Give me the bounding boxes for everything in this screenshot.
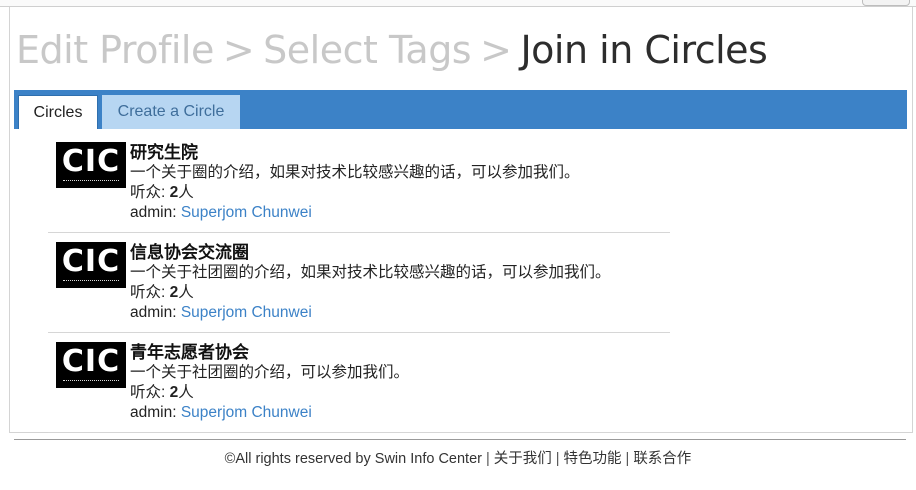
audience-count: 2: [169, 384, 179, 401]
circle-description: 一个关于社团圈的介绍，可以参加我们。: [130, 364, 410, 381]
circle-list: CIC 研究生院 一个关于圈的介绍，如果对技术比较感兴趣的话，可以参加我们。 听…: [48, 134, 670, 433]
footer: ©All rights reserved by Swin Info Center…: [0, 449, 916, 469]
circle-logo-text: CIC: [61, 344, 121, 379]
footer-separator: |: [485, 451, 490, 467]
footer-separator: |: [555, 451, 560, 467]
top-edge-button[interactable]: [862, 0, 910, 6]
audience-count: 2: [169, 284, 179, 301]
logo-decoration: [63, 280, 119, 283]
circle-name[interactable]: 青年志愿者协会: [130, 342, 670, 363]
footer-divider: [14, 439, 906, 440]
circle-info: 青年志愿者协会 一个关于社团圈的介绍，可以参加我们。 听众: 2人 admin:…: [130, 342, 670, 423]
admin-label: admin:: [130, 204, 181, 221]
tab-circles[interactable]: Circles: [18, 95, 98, 129]
circle-audience: 听众: 2人: [130, 383, 670, 403]
circle-admin: admin: Superjom Chunwei: [130, 403, 670, 423]
circle-description: 一个关于社团圈的介绍，如果对技术比较感兴趣的话，可以参加我们。: [130, 264, 611, 281]
audience-label: 听众:: [130, 184, 170, 201]
circle-logo[interactable]: CIC: [56, 142, 126, 188]
wizard-breadcrumb: Edit Profile > Select Tags > Join in Circles: [16, 25, 768, 75]
circle-list-item: CIC 研究生院 一个关于圈的介绍，如果对技术比较感兴趣的话，可以参加我们。 听…: [48, 134, 670, 233]
audience-unit: 人: [178, 384, 194, 401]
circle-list-item: CIC 信息协会交流圈 一个关于社团圈的介绍，如果对技术比较感兴趣的话，可以参加…: [48, 234, 670, 333]
circle-audience: 听众: 2人: [130, 183, 670, 203]
admin-label: admin:: [130, 304, 181, 321]
logo-decoration: [63, 180, 119, 183]
main-panel: Edit Profile > Select Tags > Join in Circles…: [9, 7, 913, 433]
browser-top-edge: [0, 0, 916, 7]
circle-info: 信息协会交流圈 一个关于社团圈的介绍，如果对技术比较感兴趣的话，可以参加我们。 …: [130, 242, 670, 323]
wizard-separator: >: [222, 28, 255, 72]
audience-unit: 人: [178, 184, 194, 201]
circle-logo-text: CIC: [61, 144, 121, 179]
footer-link-contact[interactable]: 联系合作: [633, 451, 691, 467]
wizard-step-select-tags[interactable]: Select Tags: [263, 28, 471, 72]
admin-label: admin:: [130, 404, 181, 421]
circle-logo[interactable]: CIC: [56, 342, 126, 388]
admin-link[interactable]: Superjom Chunwei: [181, 204, 312, 221]
circle-description: 一个关于圈的介绍，如果对技术比较感兴趣的话，可以参加我们。: [130, 164, 580, 181]
audience-count: 2: [169, 184, 179, 201]
circle-admin: admin: Superjom Chunwei: [130, 303, 670, 323]
circle-name[interactable]: 研究生院: [130, 142, 670, 163]
tab-create-circle[interactable]: Create a Circle: [102, 95, 240, 129]
circle-logo-text: CIC: [61, 244, 121, 279]
audience-label: 听众:: [130, 284, 170, 301]
circle-list-item: CIC 青年志愿者协会 一个关于社团圈的介绍，可以参加我们。 听众: 2人 ad…: [48, 334, 670, 433]
footer-link-features[interactable]: 特色功能: [564, 451, 622, 467]
admin-link[interactable]: Superjom Chunwei: [181, 304, 312, 321]
admin-link[interactable]: Superjom Chunwei: [181, 404, 312, 421]
footer-link-about[interactable]: 关于我们: [494, 451, 552, 467]
footer-separator: |: [625, 451, 630, 467]
tab-bar: Circles Create a Circle: [14, 90, 907, 129]
logo-decoration: [63, 380, 119, 383]
circle-name[interactable]: 信息协会交流圈: [130, 242, 670, 263]
audience-unit: 人: [178, 284, 194, 301]
audience-label: 听众:: [130, 384, 170, 401]
circle-audience: 听众: 2人: [130, 283, 670, 303]
wizard-step-join-circles: Join in Circles: [520, 28, 768, 72]
circle-logo[interactable]: CIC: [56, 242, 126, 288]
circle-info: 研究生院 一个关于圈的介绍，如果对技术比较感兴趣的话，可以参加我们。 听众: 2…: [130, 142, 670, 223]
wizard-separator: >: [480, 28, 512, 72]
footer-copyright: ©All rights reserved by Swin Info Center: [224, 451, 482, 467]
circle-admin: admin: Superjom Chunwei: [130, 203, 670, 223]
wizard-step-edit-profile[interactable]: Edit Profile: [16, 28, 214, 72]
